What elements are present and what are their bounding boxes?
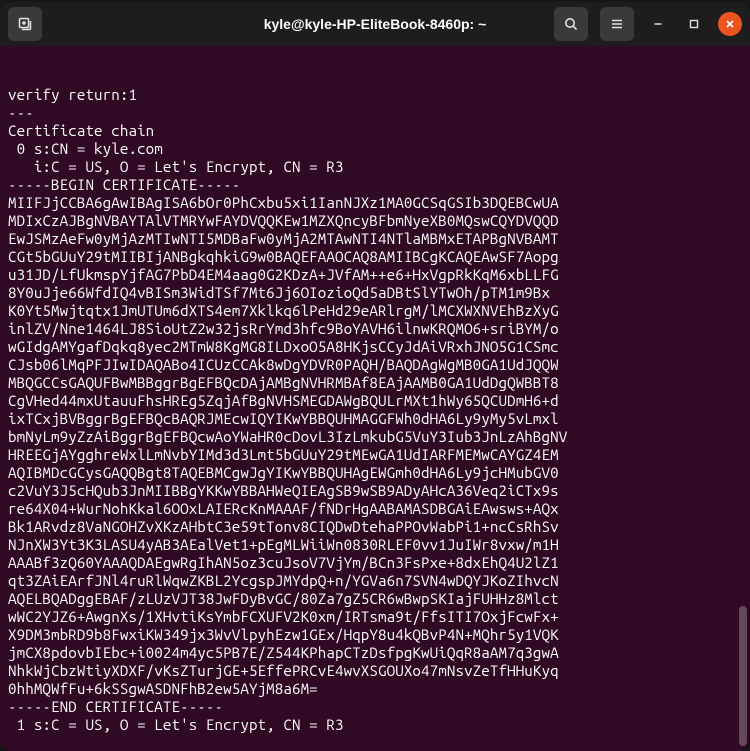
new-tab-button[interactable] xyxy=(8,7,42,41)
terminal-output: verify return:1 --- Certificate chain 0 … xyxy=(8,86,742,734)
search-button[interactable] xyxy=(554,7,588,41)
titlebar-right xyxy=(542,7,742,41)
new-tab-icon xyxy=(17,16,33,32)
window-title: kyle@kyle-HP-EliteBook-8460p: ~ xyxy=(216,16,534,32)
titlebar: kyle@kyle-HP-EliteBook-8460p: ~ xyxy=(0,2,750,46)
titlebar-left xyxy=(8,7,208,41)
maximize-button[interactable] xyxy=(682,12,706,36)
maximize-icon xyxy=(688,18,700,30)
terminal-area[interactable]: verify return:1 --- Certificate chain 0 … xyxy=(0,46,750,751)
search-icon xyxy=(563,16,579,32)
minimize-button[interactable] xyxy=(646,12,670,36)
menu-button[interactable] xyxy=(600,7,634,41)
close-button[interactable] xyxy=(718,12,742,36)
scrollbar-thumb[interactable] xyxy=(739,606,747,746)
terminal-window: kyle@kyle-HP-EliteBook-8460p: ~ xyxy=(0,2,750,751)
hamburger-icon xyxy=(609,16,625,32)
minimize-icon xyxy=(652,18,664,30)
close-icon xyxy=(724,18,736,30)
